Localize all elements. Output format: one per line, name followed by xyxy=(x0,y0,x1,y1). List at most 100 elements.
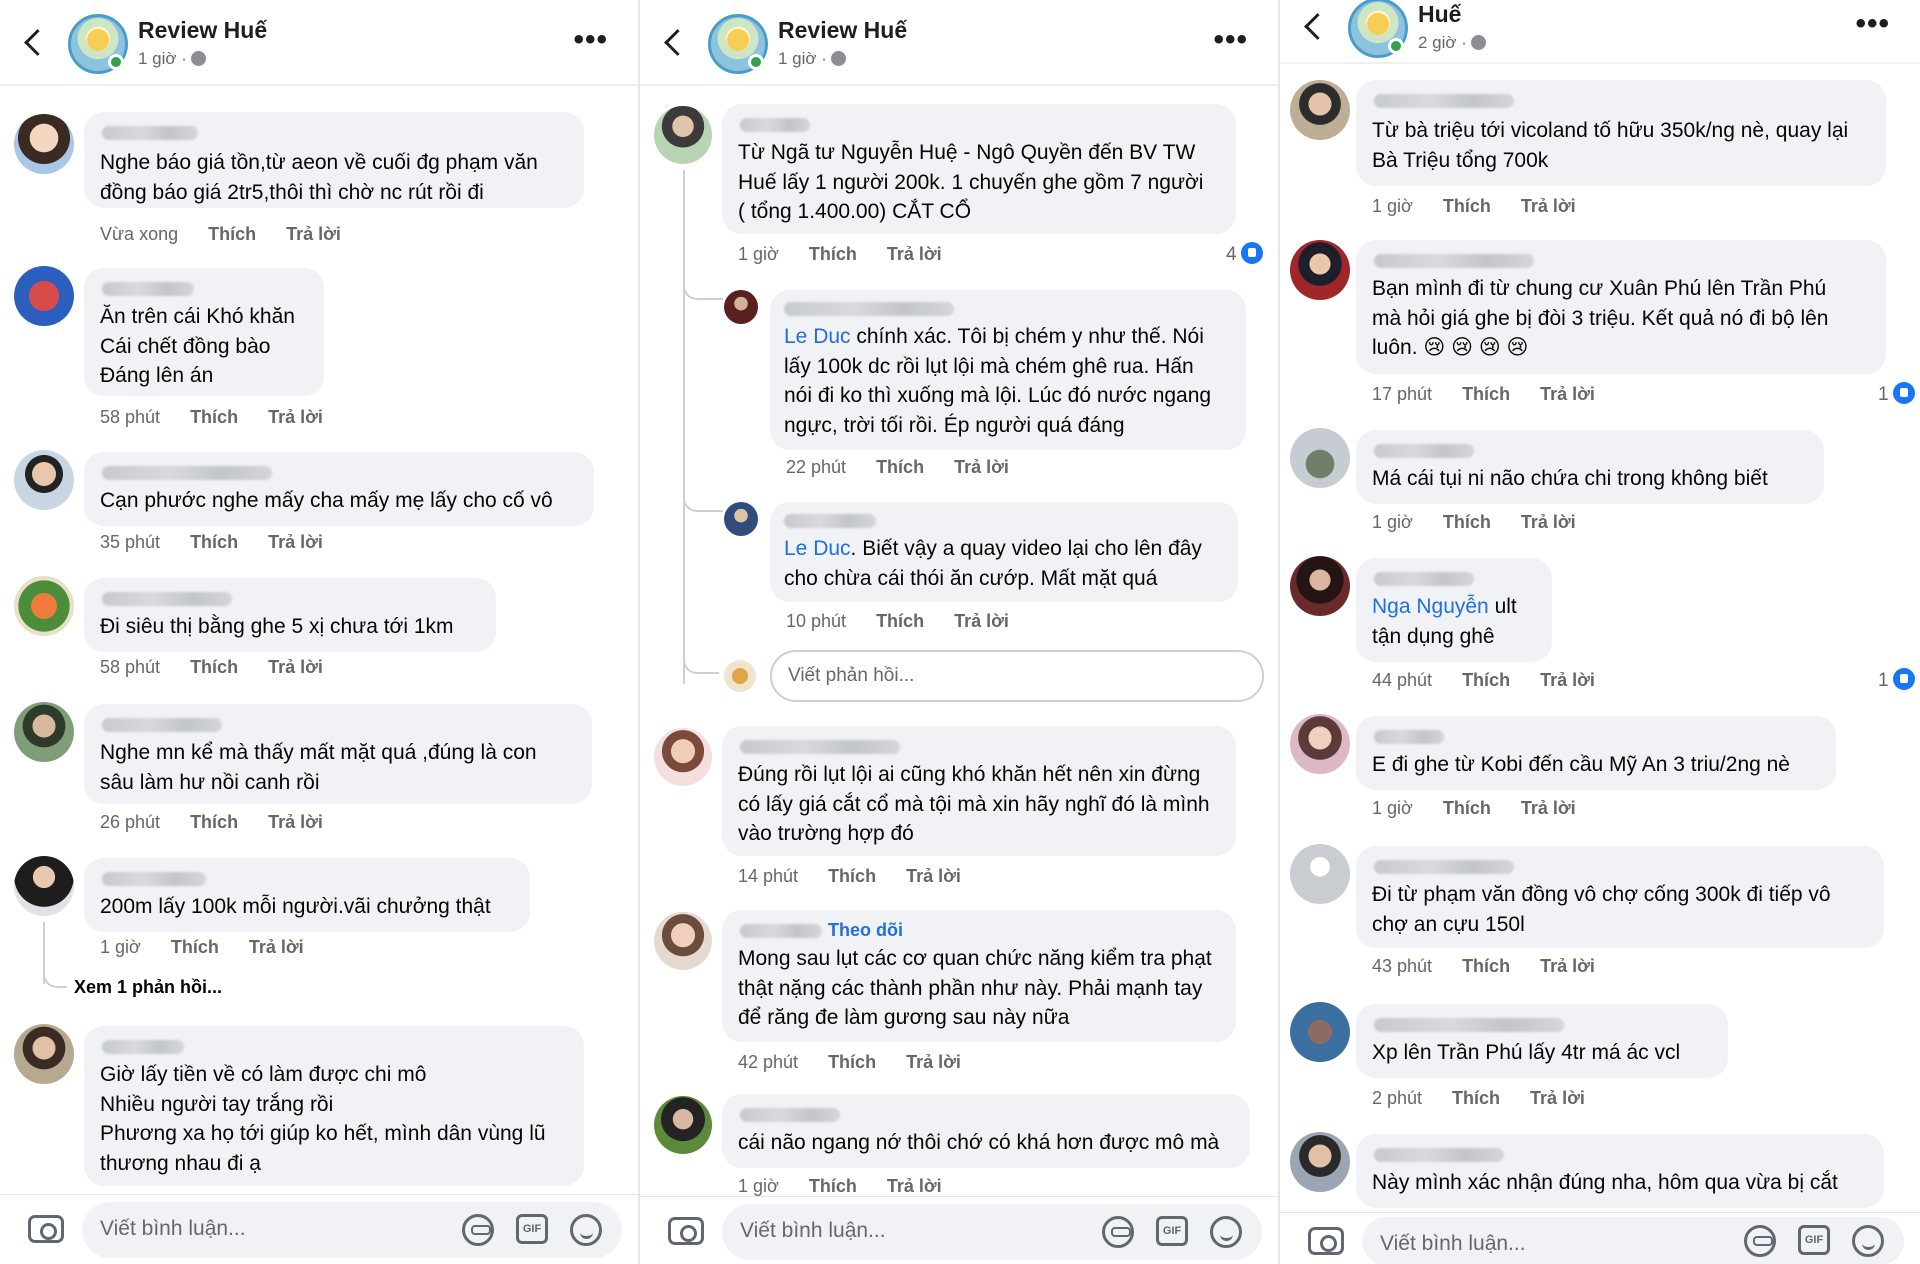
reply-button[interactable]: Trả lời xyxy=(286,224,341,244)
like-button[interactable]: Thích xyxy=(1462,670,1510,690)
comment-placeholder: Viết bình luận... xyxy=(740,1219,886,1242)
reply-button[interactable]: Trả lời xyxy=(906,1052,961,1072)
reply-button[interactable]: Trả lời xyxy=(1521,512,1576,532)
reply-input[interactable]: Viết phản hồi... xyxy=(770,650,1264,702)
commenter-avatar[interactable] xyxy=(654,1096,712,1154)
thread-hook xyxy=(683,650,719,674)
emoji-icon[interactable] xyxy=(570,1214,602,1246)
commenter-avatar[interactable] xyxy=(1290,428,1350,488)
comment-input[interactable]: Viết bình luận... GIF xyxy=(82,1202,622,1258)
mention-link[interactable]: Le Duc xyxy=(784,537,851,560)
commenter-avatar[interactable] xyxy=(14,114,74,174)
reply-button[interactable]: Trả lời xyxy=(268,532,323,552)
back-arrow-icon[interactable] xyxy=(20,27,48,57)
reply-button[interactable]: Trả lời xyxy=(1540,384,1595,404)
mention-link[interactable]: Le Duc xyxy=(784,325,851,348)
default-avatar[interactable] xyxy=(1290,844,1350,904)
commenter-avatar[interactable] xyxy=(14,856,74,916)
reaction-count[interactable]: 1 xyxy=(1878,382,1915,406)
like-button[interactable]: Thích xyxy=(171,937,219,957)
page-name[interactable]: Review Huế xyxy=(138,17,267,44)
avatar-sticker-icon[interactable] xyxy=(1744,1225,1776,1257)
like-button[interactable]: Thích xyxy=(190,532,238,552)
like-button[interactable]: Thích xyxy=(876,611,924,631)
reaction-count[interactable]: 4 xyxy=(1226,242,1263,266)
reply-button[interactable]: Trả lời xyxy=(268,407,323,427)
gif-icon[interactable]: GIF xyxy=(516,1214,548,1244)
gif-icon[interactable]: GIF xyxy=(1798,1225,1830,1255)
reply-button[interactable]: Trả lời xyxy=(1521,196,1576,216)
like-button[interactable]: Thích xyxy=(1443,196,1491,216)
like-button[interactable]: Thích xyxy=(190,657,238,677)
commenter-avatar[interactable] xyxy=(14,1024,74,1084)
reply-button[interactable]: Trả lời xyxy=(887,1176,942,1196)
commenter-avatar[interactable] xyxy=(1290,1002,1350,1062)
like-button[interactable]: Thích xyxy=(1443,512,1491,532)
comment-input[interactable]: Viết bình luận... GIF xyxy=(722,1204,1262,1260)
comment-text: Ăn trên cái Khó khăn Cái chết đồng bào Đ… xyxy=(100,305,295,387)
comment-text: 200m lấy 100k mỗi người.vãi chưởng thật xyxy=(100,895,491,918)
reply-button[interactable]: Trả lời xyxy=(906,866,961,886)
commenter-avatar[interactable] xyxy=(654,728,712,786)
camera-icon[interactable] xyxy=(28,1215,64,1243)
commenter-avatar[interactable] xyxy=(1290,1132,1350,1192)
reply-button[interactable]: Trả lời xyxy=(887,244,942,264)
commenter-avatar[interactable] xyxy=(724,290,758,324)
reply-button[interactable]: Trả lời xyxy=(954,611,1009,631)
reply-button[interactable]: Trả lời xyxy=(1540,956,1595,976)
like-button[interactable]: Thích xyxy=(208,224,256,244)
commenter-avatar[interactable] xyxy=(724,502,758,536)
like-button[interactable]: Thích xyxy=(1452,1088,1500,1108)
camera-icon[interactable] xyxy=(1308,1227,1344,1255)
like-button[interactable]: Thích xyxy=(828,866,876,886)
like-button[interactable]: Thích xyxy=(1443,798,1491,818)
page-name[interactable]: Review Huế xyxy=(778,17,907,44)
blurred-username xyxy=(102,126,198,140)
like-button[interactable]: Thích xyxy=(828,1052,876,1072)
commenter-avatar[interactable] xyxy=(654,912,712,970)
page-name[interactable]: Huế xyxy=(1418,1,1461,28)
commenter-avatar[interactable] xyxy=(1290,556,1350,616)
like-button[interactable]: Thích xyxy=(1462,384,1510,404)
commenter-avatar[interactable] xyxy=(1290,80,1350,140)
camera-icon[interactable] xyxy=(668,1217,704,1245)
emoji-icon[interactable] xyxy=(1210,1216,1242,1248)
reply-button[interactable]: Trả lời xyxy=(268,657,323,677)
emoji-icon[interactable] xyxy=(1852,1225,1884,1257)
back-arrow-icon[interactable] xyxy=(1300,11,1328,41)
comment-bubble: E đi ghe từ Kobi đến cầu Mỹ An 3 triu/2n… xyxy=(1356,716,1836,790)
reply-button[interactable]: Trả lời xyxy=(1521,798,1576,818)
like-button[interactable]: Thích xyxy=(809,244,857,264)
more-options-icon[interactable]: ••• xyxy=(573,25,608,55)
commenter-avatar[interactable] xyxy=(14,702,74,762)
follow-link[interactable]: Theo dõi xyxy=(828,920,903,941)
reaction-count[interactable]: 1 xyxy=(1878,668,1915,692)
like-button[interactable]: Thích xyxy=(190,812,238,832)
commenter-avatar[interactable] xyxy=(14,576,74,636)
more-options-icon[interactable]: ••• xyxy=(1213,25,1248,55)
avatar-sticker-icon[interactable] xyxy=(462,1214,494,1246)
reply-button[interactable]: Trả lời xyxy=(249,937,304,957)
commenter-avatar[interactable] xyxy=(14,266,74,326)
reply-button[interactable]: Trả lời xyxy=(1530,1088,1585,1108)
comment-actions: 42 phút Thích Trả lời xyxy=(738,1052,961,1073)
reply-button[interactable]: Trả lời xyxy=(1540,670,1595,690)
online-status-dot xyxy=(1388,38,1404,54)
like-button[interactable]: Thích xyxy=(809,1176,857,1196)
avatar-sticker-icon[interactable] xyxy=(1102,1216,1134,1248)
reply-button[interactable]: Trả lời xyxy=(268,812,323,832)
like-button[interactable]: Thích xyxy=(1462,956,1510,976)
reply-button[interactable]: Trả lời xyxy=(954,457,1009,477)
commenter-avatar[interactable] xyxy=(1290,240,1350,300)
commenter-avatar[interactable] xyxy=(1290,714,1350,774)
mention-link[interactable]: Nga Nguyễn xyxy=(1372,595,1489,618)
more-options-icon[interactable]: ••• xyxy=(1855,9,1890,39)
back-arrow-icon[interactable] xyxy=(660,27,688,57)
commenter-avatar[interactable] xyxy=(654,106,712,164)
gif-icon[interactable]: GIF xyxy=(1156,1216,1188,1246)
commenter-avatar[interactable] xyxy=(14,450,74,510)
like-button[interactable]: Thích xyxy=(190,407,238,427)
like-button[interactable]: Thích xyxy=(876,457,924,477)
view-replies-link[interactable]: Xem 1 phản hồi... xyxy=(74,977,222,998)
comment-input[interactable]: Viết bình luận... GIF xyxy=(1362,1217,1904,1264)
